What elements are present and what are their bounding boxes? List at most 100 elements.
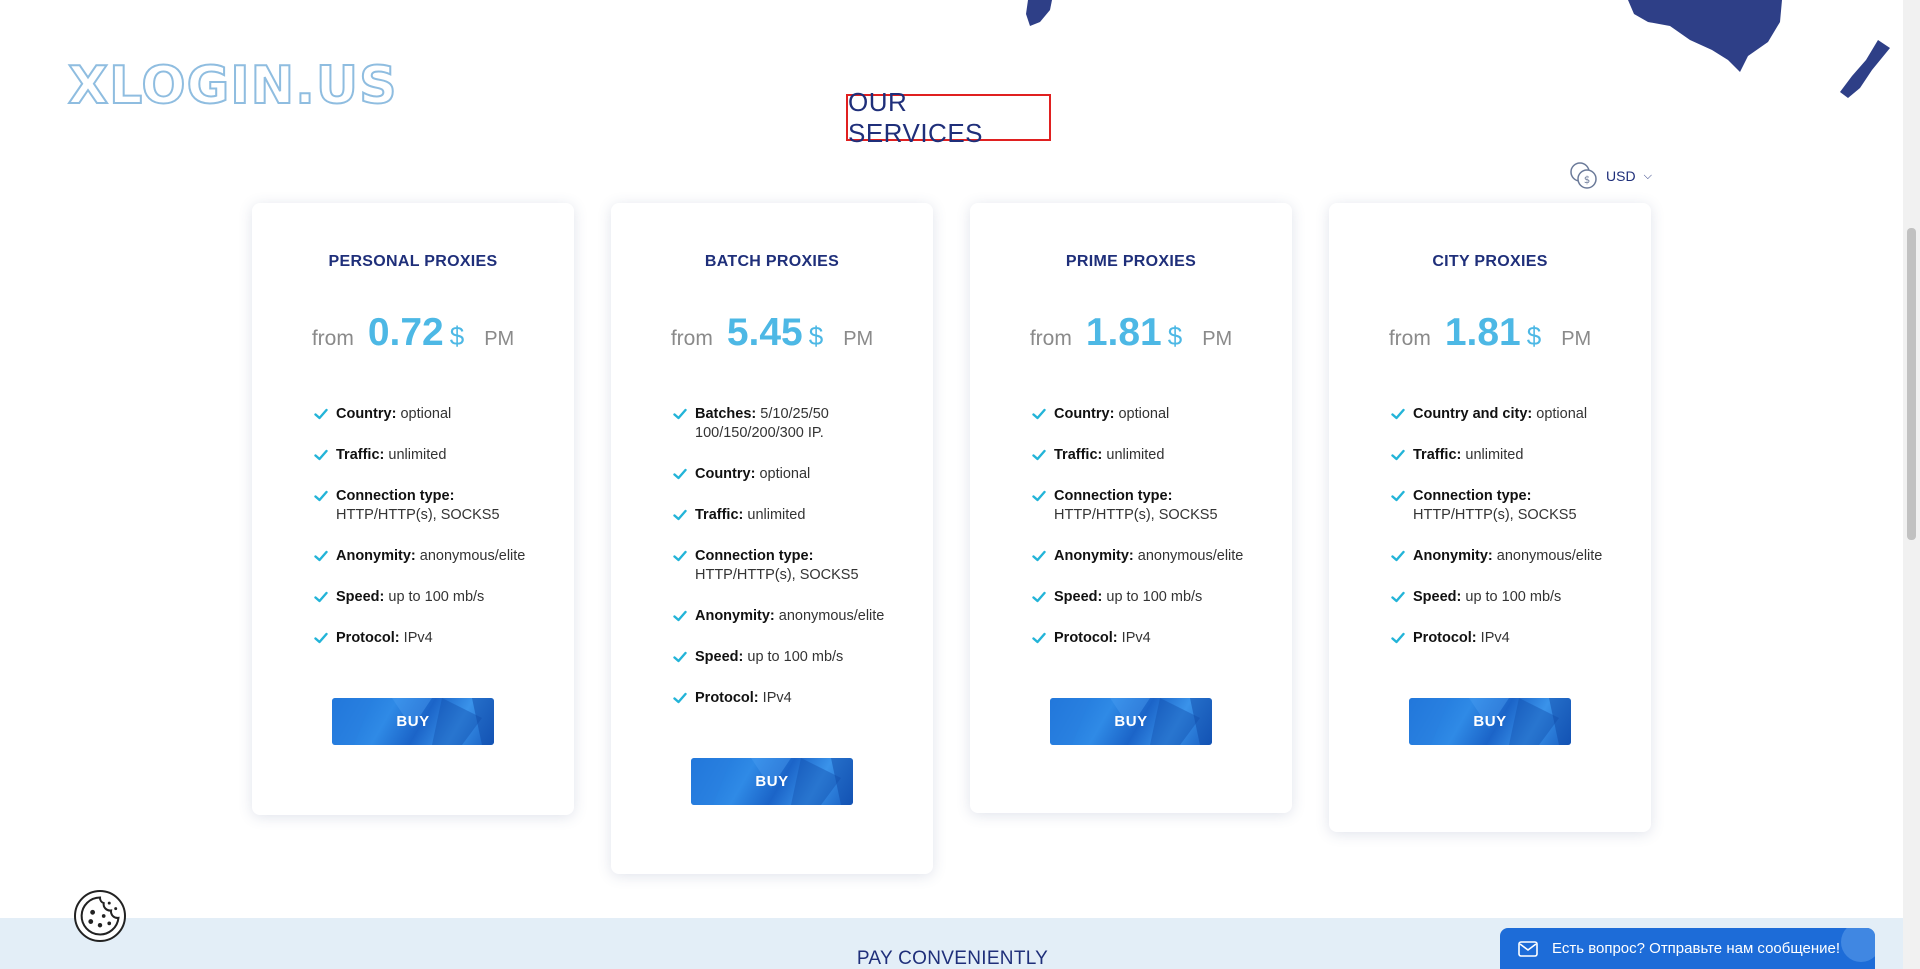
feature-value: up to 100 mb/s	[388, 589, 485, 605]
feature-label: Anonymity:	[695, 608, 779, 624]
chat-widget-button[interactable]: Есть вопрос? Отправьте нам сообщение!	[1500, 928, 1875, 969]
feature-item: Traffic: unlimited	[1391, 446, 1621, 465]
feature-value: HTTP/HTTP(s), SOCKS5	[1413, 507, 1577, 523]
card-title: CITY PROXIES	[1432, 253, 1548, 270]
check-icon	[1391, 449, 1405, 461]
buy-button[interactable]: BUY	[1409, 698, 1571, 745]
feature-item: Country and city: optional	[1391, 405, 1621, 424]
pricing-card: CITY PROXIES from 1.81 $ PM Country and …	[1329, 203, 1651, 832]
feature-label: Country:	[695, 466, 760, 482]
check-icon	[673, 692, 687, 704]
feature-value: IPv4	[1121, 630, 1151, 646]
feature-list: Batches: 5/10/25/50 100/150/200/300 IP. …	[611, 405, 933, 708]
check-icon	[1391, 490, 1405, 502]
feature-value: HTTP/HTTP(s), SOCKS5	[336, 507, 500, 523]
cookie-icon	[80, 896, 120, 936]
feature-item: Connection type: HTTP/HTTP(s), SOCKS5	[1032, 487, 1262, 525]
feature-item: Country: optional	[314, 405, 544, 424]
check-icon	[1391, 550, 1405, 562]
price-period: PM	[843, 328, 874, 350]
feature-item: Speed: up to 100 mb/s	[1032, 588, 1262, 607]
feature-item: Protocol: IPv4	[1032, 629, 1262, 648]
feature-item: Connection type: HTTP/HTTP(s), SOCKS5	[314, 487, 544, 525]
mail-icon	[1518, 940, 1538, 957]
cookie-settings-button[interactable]	[74, 890, 126, 942]
feature-value: HTTP/HTTP(s), SOCKS5	[695, 567, 859, 583]
section-title: OUR SERVICES	[846, 87, 1051, 148]
feature-label: Anonymity:	[336, 548, 420, 564]
buy-button[interactable]: BUY	[1050, 698, 1212, 745]
feature-list: Country: optional Traffic: unlimited Con…	[252, 405, 574, 648]
buy-button-label: BUY	[1114, 713, 1148, 730]
feature-item: Speed: up to 100 mb/s	[314, 588, 544, 607]
feature-item: Connection type: HTTP/HTTP(s), SOCKS5	[673, 547, 903, 585]
feature-item: Protocol: IPv4	[314, 629, 544, 648]
check-icon	[673, 651, 687, 663]
feature-value: up to 100 mb/s	[1106, 589, 1203, 605]
feature-item: Protocol: IPv4	[673, 689, 903, 708]
feature-value: unlimited	[1106, 447, 1165, 463]
check-icon	[1032, 449, 1046, 461]
price-from: from	[1029, 327, 1072, 350]
feature-label: Anonymity:	[1413, 548, 1497, 564]
check-icon	[314, 490, 328, 502]
feature-value: IPv4	[762, 690, 792, 706]
price-period: PM	[1561, 328, 1592, 350]
check-icon	[1032, 632, 1046, 644]
feature-label: Anonymity:	[1054, 548, 1138, 564]
check-icon	[1032, 550, 1046, 562]
feature-value: optional	[759, 466, 811, 482]
chevron-down-icon: ⌵	[1643, 169, 1652, 182]
feature-label: Speed:	[1413, 589, 1466, 605]
feature-item: Anonymity: anonymous/elite	[1391, 547, 1621, 566]
currency-selector[interactable]: $ USD ⌵	[1568, 160, 1652, 192]
feature-item: Traffic: unlimited	[314, 446, 544, 465]
feature-value: unlimited	[747, 507, 806, 523]
site-logo[interactable]: XLOGIN.US	[67, 55, 398, 117]
feature-item: Traffic: unlimited	[1032, 446, 1262, 465]
feature-item: Connection type: HTTP/HTTP(s), SOCKS5	[1391, 487, 1621, 525]
chat-corner-decoration	[1841, 928, 1875, 962]
card-title: PRIME PROXIES	[1065, 253, 1197, 270]
feature-label: Traffic:	[1413, 447, 1466, 463]
scrollbar-thumb[interactable]	[1907, 228, 1916, 540]
feature-label: Connection type:	[336, 488, 455, 504]
price-currency: $	[808, 321, 824, 351]
check-icon	[1032, 408, 1046, 420]
page-scrollbar[interactable]	[1903, 0, 1920, 969]
feature-label: Protocol:	[1054, 630, 1122, 646]
check-icon	[314, 408, 328, 420]
feature-label: Speed:	[695, 649, 748, 665]
feature-item: Anonymity: anonymous/elite	[314, 547, 544, 566]
feature-list: Country and city: optional Traffic: unli…	[1329, 405, 1651, 648]
chat-label: Есть вопрос? Отправьте нам сообщение!	[1552, 940, 1841, 957]
check-icon	[673, 610, 687, 622]
feature-value: up to 100 mb/s	[747, 649, 844, 665]
price-period: PM	[1202, 328, 1233, 350]
coins-icon: $	[1570, 162, 1597, 189]
feature-label: Country and city:	[1413, 406, 1537, 422]
feature-item: Country: optional	[1032, 405, 1262, 424]
buy-button[interactable]: BUY	[332, 698, 494, 745]
feature-label: Protocol:	[336, 630, 404, 646]
feature-label: Protocol:	[695, 690, 763, 706]
feature-label: Country:	[336, 406, 401, 422]
feature-label: Traffic:	[1054, 447, 1107, 463]
feature-item: Anonymity: anonymous/elite	[673, 607, 903, 626]
buy-button-label: BUY	[1473, 713, 1507, 730]
feature-label: Connection type:	[1413, 488, 1532, 504]
price-currency: $	[1167, 321, 1183, 351]
feature-label: Traffic:	[336, 447, 389, 463]
price-from: from	[1388, 327, 1431, 350]
price-period: PM	[484, 328, 515, 350]
price-amount: 5.45	[726, 311, 803, 354]
feature-item: Batches: 5/10/25/50 100/150/200/300 IP.	[673, 405, 903, 443]
feature-value: up to 100 mb/s	[1465, 589, 1562, 605]
feature-value: IPv4	[403, 630, 433, 646]
buy-button[interactable]: BUY	[691, 758, 853, 805]
currency-label: USD	[1606, 168, 1636, 184]
feature-label: Connection type:	[1054, 488, 1173, 504]
price-row: from 5.45 $ PM	[611, 311, 933, 355]
feature-value: optional	[1536, 406, 1588, 422]
pricing-card: BATCH PROXIES from 5.45 $ PM Batches: 5/…	[611, 203, 933, 874]
